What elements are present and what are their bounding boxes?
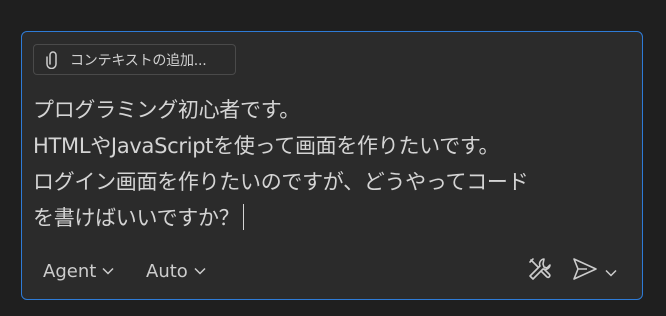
chevron-down-icon [102, 267, 114, 275]
prompt-line: プログラミング初心者です。 [33, 98, 300, 122]
chat-toolbar: Agent Auto [22, 254, 642, 288]
mode-label: Agent [43, 260, 97, 282]
mode-dropdown[interactable]: Agent [38, 256, 119, 286]
text-caret [243, 204, 245, 230]
prompt-line-text: を書けばいいですか？ [33, 206, 240, 230]
model-label: Auto [146, 260, 188, 282]
prompt-line: ログイン画面を作りたいのですが、どうやってコード [33, 170, 529, 194]
model-dropdown[interactable]: Auto [141, 256, 211, 286]
chevron-down-icon [194, 267, 206, 275]
send-button[interactable] [571, 256, 629, 286]
chat-input-field[interactable]: プログラミング初心者です。 HTMLやJavaScriptを使って画面を作りたい… [33, 92, 623, 236]
configure-tools-button[interactable] [525, 256, 555, 286]
chat-input-panel[interactable]: コンテキストの追加... プログラミング初心者です。 HTMLやJavaScri… [21, 31, 643, 300]
tools-icon [527, 256, 553, 286]
paperclip-icon [44, 50, 62, 69]
send-icon [571, 256, 599, 286]
add-context-label: コンテキストの追加... [70, 52, 207, 69]
send-options-chevron-icon[interactable] [605, 262, 617, 281]
prompt-line: HTMLやJavaScriptを使って画面を作りたいです。 [33, 134, 500, 158]
add-context-button[interactable]: コンテキストの追加... [33, 44, 236, 75]
prompt-line-last: を書けばいいですか？ [33, 200, 623, 236]
